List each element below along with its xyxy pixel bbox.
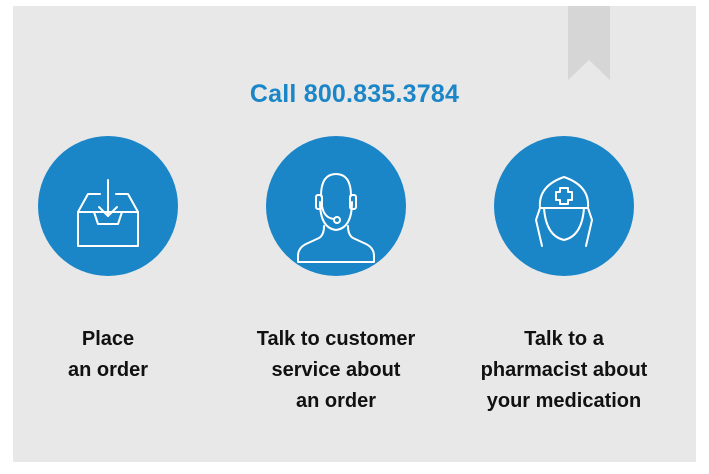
inbox-download-icon [77,179,139,247]
place-order-label: Place an order [67,328,149,381]
pharmacist-nurse-icon [535,176,593,247]
pharmacist-label: Talk to a pharmacist about your medicati… [480,328,648,412]
pharmacist-circle[interactable] [494,136,634,276]
headset-agent-icon [297,173,375,263]
phone-number-heading[interactable]: Call 800.835.3784 [13,80,696,109]
customer-service-label: Talk to customer service about an order [256,328,416,412]
customer-service-circle[interactable] [266,136,406,276]
bookmark-ribbon-icon [568,6,610,80]
place-order-circle[interactable] [38,136,178,276]
